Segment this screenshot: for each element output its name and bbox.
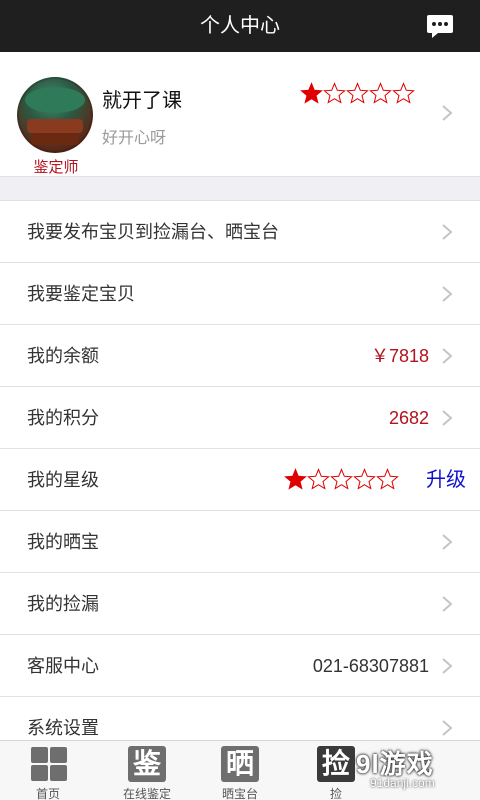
- pick-icon: 捡: [317, 746, 355, 782]
- avatar-ring: [17, 77, 93, 153]
- service-phone: 021-68307881: [312, 656, 429, 676]
- tab-label: 晒宝台: [221, 787, 258, 800]
- menu-list: 我要发布宝贝到捡漏台、晒宝台 我要鉴定宝贝 我的余额 ￥7818 我的积分 26…: [0, 201, 480, 759]
- watermark-logo: 9l游戏 91danji.com: [356, 744, 476, 794]
- chevron-right-icon: [442, 658, 453, 674]
- profile-star-rating: [300, 82, 415, 105]
- menu-item-label: 我的余额: [27, 346, 99, 366]
- menu-item-bargain[interactable]: 我的捡漏: [0, 573, 480, 635]
- star-empty-icon: [353, 468, 376, 490]
- menu-item-label: 我要发布宝贝到捡漏台、晒宝台: [27, 222, 279, 242]
- grid-icon: [29, 746, 67, 782]
- menu-item-label: 我要鉴定宝贝: [27, 284, 135, 304]
- bottom-tab-bar: 首页 鉴 在线鉴定 晒 晒宝台 捡 捡 9l游戏 91danji.com: [0, 740, 480, 800]
- star-empty-icon: [307, 468, 330, 490]
- star-filled-icon: [300, 82, 323, 104]
- avatar[interactable]: [17, 77, 93, 153]
- menu-item-label: 我的晒宝: [27, 532, 99, 552]
- appraise-icon: 鉴: [128, 746, 166, 782]
- tab-home[interactable]: 首页: [0, 741, 96, 800]
- star-empty-icon: [346, 82, 369, 104]
- nickname: 就开了课: [102, 90, 182, 112]
- points-value: 2682: [388, 408, 429, 428]
- chevron-right-icon: [442, 224, 453, 240]
- menu-item-showcase[interactable]: 我的晒宝: [0, 511, 480, 573]
- chat-bubble-icon[interactable]: [426, 12, 454, 40]
- menu-item-label: 我的捡漏: [27, 594, 99, 614]
- tab-show-platform[interactable]: 晒 晒宝台: [192, 741, 288, 800]
- menu-item-publish[interactable]: 我要发布宝贝到捡漏台、晒宝台: [0, 201, 480, 263]
- star-empty-icon: [369, 82, 392, 104]
- section-divider: [0, 176, 480, 201]
- menu-item-label: 客服中心: [27, 656, 99, 676]
- watermark-url: 91danji.com: [370, 776, 435, 790]
- chevron-right-icon: [442, 348, 453, 364]
- balance-value: ￥7818: [370, 346, 429, 366]
- star-empty-icon: [323, 82, 346, 104]
- menu-item-label: 我的星级: [27, 470, 99, 490]
- chevron-right-icon: [442, 410, 453, 426]
- chevron-right-icon: [442, 720, 453, 736]
- tab-label: 在线鉴定: [122, 787, 171, 800]
- tab-label: 首页: [35, 787, 60, 800]
- chevron-right-icon: [442, 105, 453, 121]
- role-badge: 鉴定师: [33, 159, 79, 176]
- star-empty-icon: [376, 468, 399, 490]
- tab-online-appraisal[interactable]: 鉴 在线鉴定: [99, 741, 195, 800]
- menu-item-balance[interactable]: 我的余额 ￥7818: [0, 325, 480, 387]
- star-empty-icon: [392, 82, 415, 104]
- chevron-right-icon: [442, 596, 453, 612]
- star-empty-icon: [330, 468, 353, 490]
- top-bar: 个人中心: [0, 0, 480, 52]
- menu-item-label: 我的积分: [27, 408, 99, 428]
- menu-item-points[interactable]: 我的积分 2682: [0, 387, 480, 449]
- show-icon: 晒: [221, 746, 259, 782]
- chevron-right-icon: [442, 534, 453, 550]
- level-star-rating: [284, 468, 399, 491]
- signature: 好开心呀: [102, 130, 167, 147]
- star-filled-icon: [284, 468, 307, 490]
- page-title: 个人中心: [200, 15, 280, 37]
- menu-item-service[interactable]: 客服中心 021-68307881: [0, 635, 480, 697]
- menu-item-level[interactable]: 我的星级 升级: [0, 449, 480, 511]
- upgrade-button[interactable]: 升级: [426, 449, 466, 511]
- chevron-right-icon: [442, 286, 453, 302]
- profile-card[interactable]: 鉴定师 就开了课 好开心呀: [0, 52, 480, 176]
- menu-item-appraise[interactable]: 我要鉴定宝贝: [0, 263, 480, 325]
